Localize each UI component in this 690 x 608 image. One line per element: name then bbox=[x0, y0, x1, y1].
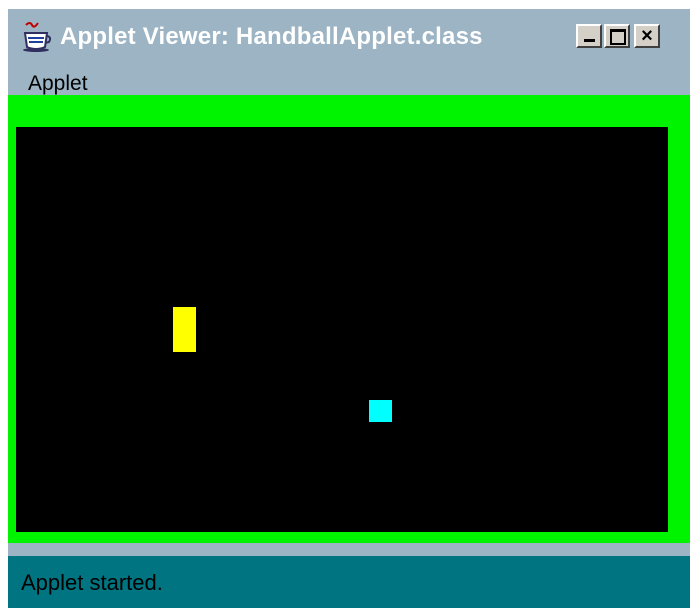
title-bar[interactable]: Applet Viewer: HandballApplet.class × bbox=[8, 9, 690, 64]
ball bbox=[369, 400, 392, 422]
maximize-icon bbox=[606, 26, 628, 46]
window-title: Applet Viewer: HandballApplet.class bbox=[60, 23, 483, 50]
menu-applet[interactable]: Applet bbox=[28, 72, 88, 96]
minimize-button[interactable] bbox=[576, 24, 602, 48]
handball-court[interactable] bbox=[16, 127, 668, 532]
status-text: Applet started. bbox=[21, 570, 163, 595]
maximize-button[interactable] bbox=[604, 24, 630, 48]
close-icon: × bbox=[641, 25, 653, 47]
close-button[interactable]: × bbox=[634, 24, 660, 48]
paddle bbox=[173, 307, 196, 352]
minimize-icon bbox=[578, 26, 600, 46]
java-coffee-cup-icon bbox=[20, 19, 54, 53]
